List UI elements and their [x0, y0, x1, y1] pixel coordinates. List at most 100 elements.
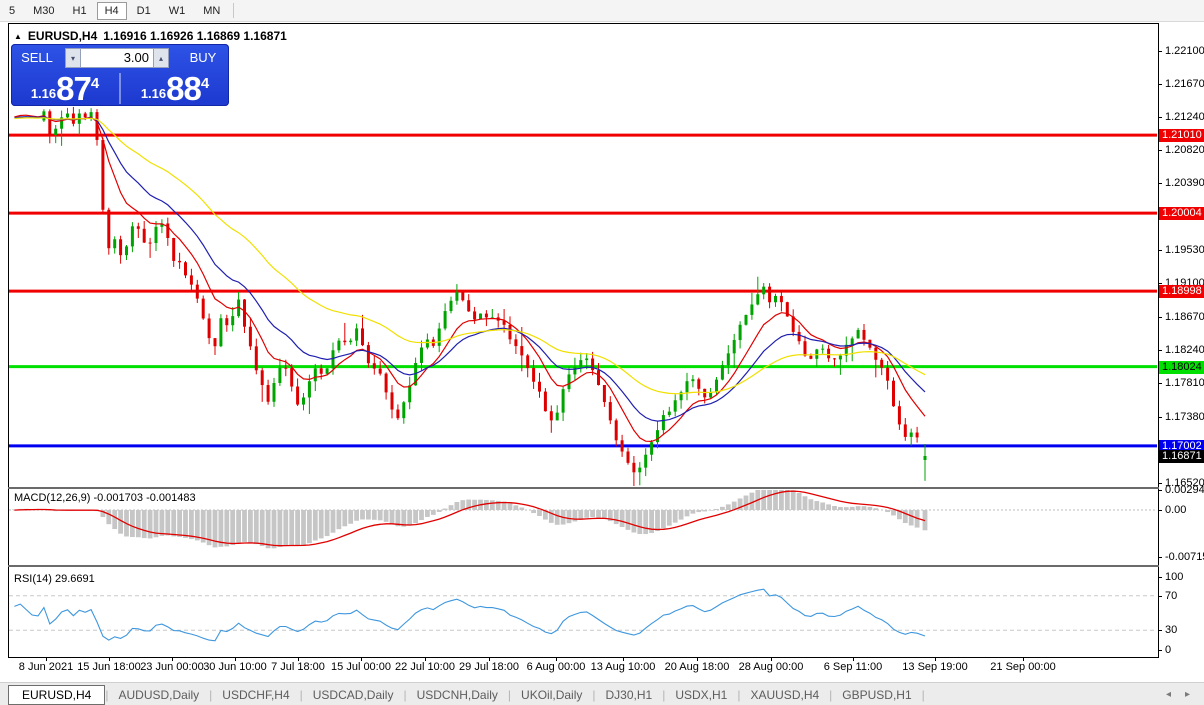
- buy-price-prefix: 1.16: [141, 86, 166, 101]
- timeframe-button-5[interactable]: 5: [1, 2, 23, 20]
- volume-decrease-icon[interactable]: ▾: [65, 48, 81, 68]
- tab-separator: |: [922, 688, 925, 702]
- chart-tab-usdchf[interactable]: USDCHF,H4: [212, 686, 299, 704]
- chart-ohlc-values: 1.16916 1.16926 1.16869 1.16871: [103, 29, 287, 43]
- axis-tick-label: 1.17380: [1165, 411, 1204, 423]
- chart-tab-usdcnh[interactable]: USDCNH,Daily: [407, 686, 508, 704]
- rsi-axis-label: 100: [1165, 571, 1183, 583]
- axis-tick-mark: [1158, 417, 1162, 418]
- time-tick-label: 20 Aug 18:00: [665, 661, 730, 673]
- axis-tick-mark: [1158, 250, 1162, 251]
- rsi-axis-tick: [1158, 596, 1162, 597]
- time-tick-label: 29 Jul 18:00: [459, 661, 519, 673]
- rsi-canvas: [9, 568, 1157, 657]
- time-tick-label: 15 Jul 00:00: [331, 661, 391, 673]
- sell-price-pip: 4: [91, 75, 99, 92]
- axis-tick-mark: [1158, 150, 1162, 151]
- macd-axis-label: -0.00715: [1165, 551, 1204, 563]
- axis-tick-mark: [1158, 117, 1162, 118]
- window-separator[interactable]: [8, 565, 1159, 567]
- macd-axis-tick: [1158, 510, 1162, 511]
- toolbar-separator: [233, 3, 234, 18]
- chart-tab-gbpusd[interactable]: GBPUSD,H1: [832, 686, 921, 704]
- axis-tick-label: 1.22100: [1165, 45, 1204, 57]
- axis-tick-label: 1.17810: [1165, 377, 1204, 389]
- chart-tab-audusd[interactable]: AUDUSD,Daily: [108, 686, 209, 704]
- axis-tick-mark: [1158, 183, 1162, 184]
- volume-input[interactable]: [81, 48, 153, 68]
- timeframe-button-h4[interactable]: H4: [97, 2, 127, 20]
- buy-quote[interactable]: 1.16884: [121, 71, 229, 106]
- sell-quote[interactable]: 1.16874: [11, 71, 119, 106]
- buy-price-big: 88: [166, 74, 201, 104]
- axis-tick-mark: [1158, 317, 1162, 318]
- price-axis: 1.221001.216701.212401.208201.203901.199…: [1159, 23, 1204, 658]
- one-click-trading-panel: SELL ▾ ▴ BUY 1.16874 1.16884: [11, 44, 229, 106]
- rsi-axis-label: 70: [1165, 590, 1177, 602]
- mt4-window: 5M30H1H4D1W1MN ▲ EURUSD,H4 1.16916 1.169…: [0, 0, 1204, 705]
- timeframe-toolbar: 5M30H1H4D1W1MN: [0, 0, 1204, 22]
- chart-tab-xauusd[interactable]: XAUUSD,H4: [740, 686, 829, 704]
- sell-button[interactable]: SELL: [11, 45, 63, 71]
- chart-tab-usdcad[interactable]: USDCAD,Daily: [303, 686, 404, 704]
- chart-tab-ukoil[interactable]: UKOil,Daily: [511, 686, 592, 704]
- rsi-axis-tick: [1158, 577, 1162, 578]
- trade-panel-quotes: 1.16874 1.16884: [11, 71, 229, 106]
- time-tick-label: 6 Sep 11:00: [824, 661, 883, 673]
- axis-tick-mark: [1158, 283, 1162, 284]
- price-line-badge: 1.18024: [1159, 361, 1204, 374]
- collapse-panel-icon[interactable]: ▲: [14, 32, 22, 41]
- macd-axis-tick: [1158, 490, 1162, 491]
- axis-tick-mark: [1158, 483, 1162, 484]
- time-axis: 8 Jun 2021 15 Jun 18:0023 Jun 00:0030 Jun…: [8, 658, 1204, 681]
- chart-symbol-label: EURUSD,H4: [28, 29, 97, 43]
- trade-panel-top-row: SELL ▾ ▴ BUY: [11, 44, 229, 71]
- axis-tick-mark: [1158, 51, 1162, 52]
- sell-price-big: 87: [56, 74, 91, 104]
- time-tick-label: 13 Sep 19:00: [902, 661, 967, 673]
- timeframe-button-w1[interactable]: W1: [161, 2, 194, 20]
- buy-price-pip: 4: [201, 75, 209, 92]
- tabs-scroll-right-icon[interactable]: ▸: [1185, 689, 1190, 700]
- axis-tick-label: 1.21240: [1165, 111, 1204, 123]
- buy-button[interactable]: BUY: [177, 45, 229, 71]
- timeframe-button-h1[interactable]: H1: [65, 2, 95, 20]
- time-tick-label: 30 Jun 10:00: [203, 661, 267, 673]
- time-tick-label: 15 Jun 18:00: [77, 661, 141, 673]
- macd-label: MACD(12,26,9) -0.001703 -0.001483: [14, 492, 196, 504]
- quote-divider: [119, 73, 121, 104]
- rsi-axis-label: 0: [1165, 644, 1171, 656]
- time-tick-label: 23 Jun 00:00: [140, 661, 204, 673]
- chart-title: ▲ EURUSD,H4 1.16916 1.16926 1.16869 1.16…: [14, 29, 287, 43]
- macd-axis-label: 0.00: [1165, 504, 1186, 516]
- chart-tab-usdx[interactable]: USDX,H1: [665, 686, 737, 704]
- volume-stepper: ▾ ▴: [65, 48, 169, 68]
- time-tick-label: 6 Aug 00:00: [527, 661, 586, 673]
- axis-tick-mark: [1158, 84, 1162, 85]
- time-tick-label: 28 Aug 00:00: [739, 661, 804, 673]
- tabs-scroll-left-icon[interactable]: ◂: [1166, 689, 1171, 700]
- axis-tick-mark: [1158, 350, 1162, 351]
- timeframe-button-m30[interactable]: M30: [25, 2, 62, 20]
- rsi-axis-tick: [1158, 650, 1162, 651]
- axis-tick-mark: [1158, 383, 1162, 384]
- rsi-axis-label: 30: [1165, 624, 1177, 636]
- sell-price-prefix: 1.16: [31, 86, 56, 101]
- time-tick-label: 22 Jul 10:00: [395, 661, 455, 673]
- macd-axis-label: 0.002947: [1165, 484, 1204, 496]
- rsi-label: RSI(14) 29.6691: [14, 573, 95, 585]
- timeframe-button-d1[interactable]: D1: [129, 2, 159, 20]
- chart-tab-eurusd[interactable]: EURUSD,H4: [8, 685, 105, 705]
- time-tick-label: 8 Jun 2021: [19, 661, 73, 673]
- tab-nav: ◂▸: [1166, 689, 1190, 700]
- volume-increase-icon[interactable]: ▴: [153, 48, 169, 68]
- axis-tick-label: 1.20820: [1165, 144, 1204, 156]
- time-tick-label: 13 Aug 10:00: [591, 661, 656, 673]
- chart-tab-dj30[interactable]: DJ30,H1: [596, 686, 663, 704]
- timeframe-button-mn[interactable]: MN: [195, 2, 228, 20]
- macd-axis-tick: [1158, 557, 1162, 558]
- time-tick-label: 21 Sep 00:00: [990, 661, 1055, 673]
- price-line-badge: 1.21010: [1159, 129, 1204, 142]
- axis-tick-label: 1.19530: [1165, 244, 1204, 256]
- axis-tick-label: 1.18670: [1165, 311, 1204, 323]
